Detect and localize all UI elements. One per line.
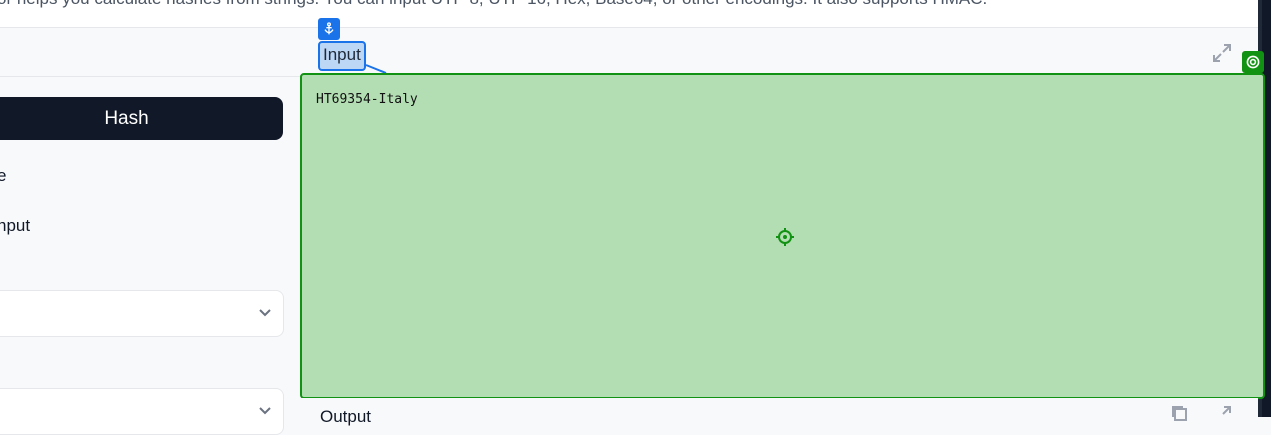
output-header: [300, 398, 1258, 417]
anchor-icon: [318, 18, 340, 40]
section-header: [0, 28, 1258, 77]
copy-icon[interactable]: [1170, 404, 1190, 424]
hash-button[interactable]: Hash: [0, 97, 283, 140]
algorithm-select[interactable]: [0, 388, 284, 435]
tool-description: or helps you calculate hashes from strin…: [0, 0, 987, 9]
chevron-down-icon: [259, 309, 271, 317]
option-label-1: e: [0, 166, 7, 185]
tool-description-bar: or helps you calculate hashes from strin…: [0, 0, 1258, 28]
input-value: HT69354-Italy: [316, 92, 418, 107]
chevron-down-icon: [259, 407, 271, 415]
option-label-2: nput: [0, 216, 31, 235]
hash-button-label: Hash: [104, 107, 149, 129]
encoding-select[interactable]: [0, 290, 284, 337]
input-label: Input: [318, 41, 366, 71]
input-textarea[interactable]: HT69354-Italy: [300, 73, 1265, 399]
output-label: Output: [320, 407, 372, 426]
target-circle-icon: [1242, 51, 1264, 73]
expand-icon[interactable]: [1213, 404, 1233, 424]
crosshair-target-icon: [776, 228, 794, 246]
expand-icon[interactable]: [1210, 41, 1234, 65]
